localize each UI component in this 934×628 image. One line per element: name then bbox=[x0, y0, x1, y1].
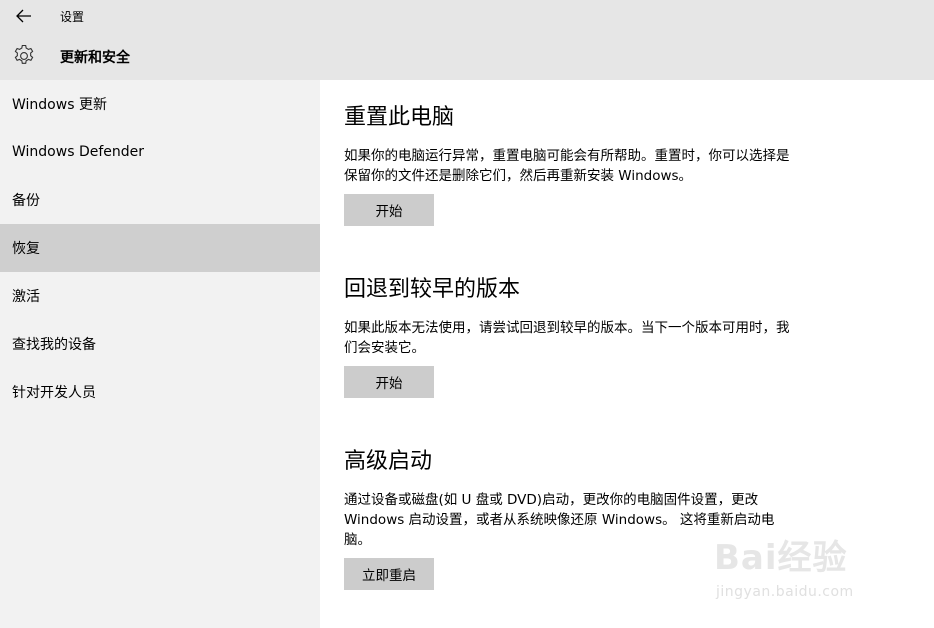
sidebar-item-label: 查找我的设备 bbox=[12, 337, 96, 353]
sidebar-item-label: 备份 bbox=[12, 193, 40, 209]
back-arrow-icon bbox=[16, 9, 31, 23]
restart-now-button[interactable]: 立即重启 bbox=[344, 558, 434, 590]
watermark-url: jingyan.baidu.com bbox=[716, 584, 854, 600]
app-title: 设置 bbox=[60, 10, 85, 24]
go-back-section: 回退到较早的版本 如果此版本无法使用，请尝试回退到较早的版本。当下一个版本可用时… bbox=[344, 272, 794, 398]
gear-icon bbox=[14, 44, 34, 64]
section-heading: 回退到较早的版本 bbox=[344, 277, 521, 302]
settings-window: 设置 更新和安全 Windows 更新 Windows Defender 备份 … bbox=[0, 0, 934, 628]
sidebar-item-label: 恢复 bbox=[12, 241, 40, 257]
section-heading: 重置此电脑 bbox=[344, 105, 455, 130]
sidebar-item-for-developers[interactable]: 针对开发人员 bbox=[0, 368, 320, 416]
section-description: 如果你的电脑运行异常，重置电脑可能会有所帮助。重置时，你可以选择是保留你的文件还… bbox=[344, 148, 790, 184]
section-title: 更新和安全 bbox=[60, 50, 130, 66]
title-bar: 设置 更新和安全 bbox=[0, 0, 934, 80]
sidebar-item-backup[interactable]: 备份 bbox=[0, 176, 320, 224]
sidebar: Windows 更新 Windows Defender 备份 恢复 激活 查找我… bbox=[0, 80, 320, 628]
sidebar-item-find-my-device[interactable]: 查找我的设备 bbox=[0, 320, 320, 368]
sidebar-item-activation[interactable]: 激活 bbox=[0, 272, 320, 320]
sidebar-item-recovery[interactable]: 恢复 bbox=[0, 224, 320, 272]
watermark-logo: Bai经验 bbox=[714, 538, 848, 578]
sidebar-item-label: 针对开发人员 bbox=[12, 385, 96, 401]
baidu-jingyan-watermark: Bai经验 jingyan.baidu.com bbox=[714, 522, 924, 608]
sidebar-item-windows-update[interactable]: Windows 更新 bbox=[0, 80, 320, 128]
sidebar-item-label: Windows Defender bbox=[12, 144, 145, 160]
sidebar-item-label: Windows 更新 bbox=[12, 97, 107, 113]
go-back-start-button[interactable]: 开始 bbox=[344, 366, 434, 398]
sidebar-item-windows-defender[interactable]: Windows Defender bbox=[0, 128, 320, 176]
reset-pc-section: 重置此电脑 如果你的电脑运行异常，重置电脑可能会有所帮助。重置时，你可以选择是保… bbox=[344, 100, 794, 226]
section-description: 如果此版本无法使用，请尝试回退到较早的版本。当下一个版本可用时，我们会安装它。 bbox=[344, 320, 790, 356]
section-heading: 高级启动 bbox=[344, 449, 433, 474]
back-button[interactable] bbox=[10, 4, 38, 28]
reset-start-button[interactable]: 开始 bbox=[344, 194, 434, 226]
sidebar-item-label: 激活 bbox=[12, 289, 40, 305]
